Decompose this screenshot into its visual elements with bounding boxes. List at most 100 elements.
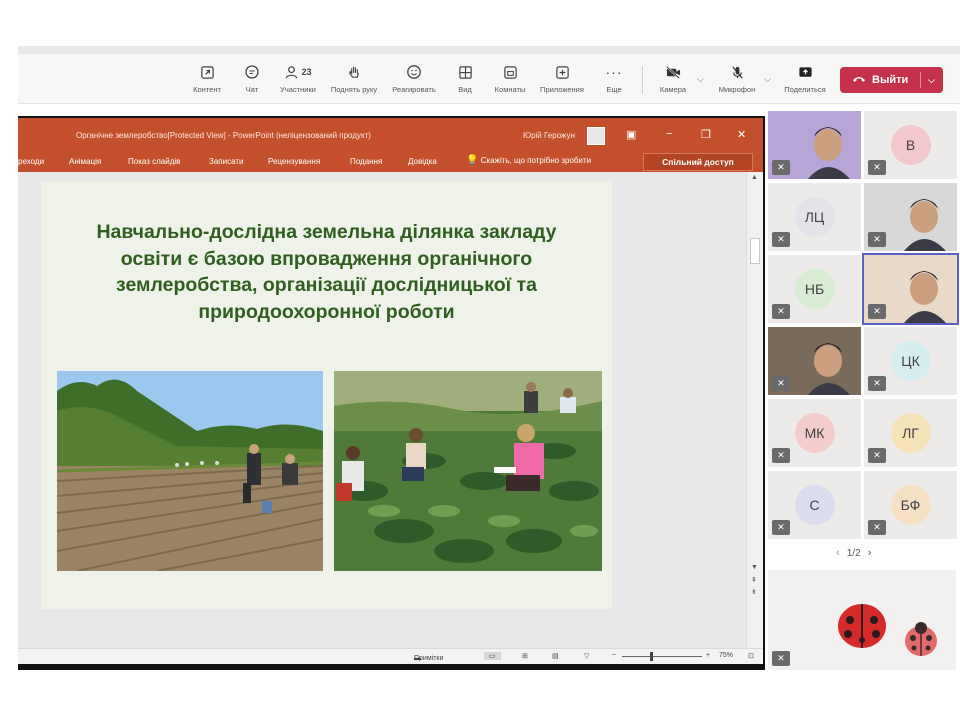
mic-options-chevron-icon[interactable]: ⌵ [764, 74, 771, 85]
tab-animation[interactable]: Анімація [69, 157, 101, 166]
notes-label: Примітки [414, 655, 444, 662]
participant-tile[interactable]: В ✕ [864, 111, 957, 179]
slideshow-icon[interactable]: ▽ [584, 652, 589, 660]
participant-initials-avatar: В [890, 125, 931, 165]
participant-tile[interactable]: ✕ [864, 183, 957, 251]
more-label: Еще [606, 85, 622, 94]
zoom-slider[interactable] [622, 656, 702, 657]
scroll-down-icon[interactable]: ▼ [751, 564, 758, 571]
hand-icon [347, 62, 362, 82]
leave-button[interactable]: Выйти ⌵ [840, 67, 943, 93]
content-label: Контент [193, 85, 221, 94]
raise-hand-button[interactable]: Поднять руку [325, 62, 383, 102]
slide-title: Навчально-дослідна земельна ділянка закл… [61, 219, 592, 325]
participant-tile[interactable]: ✕ [768, 111, 861, 179]
normal-view-icon[interactable]: ▭ [484, 652, 501, 660]
pager-prev-icon[interactable]: ‹ [836, 547, 840, 559]
leave-divider [920, 72, 921, 88]
ppt-vertical-scrollbar[interactable]: ▲ ▼ ⇞ ⇟ [746, 172, 763, 648]
share-up-icon [798, 62, 813, 82]
tab-review[interactable]: Рецензування [268, 157, 320, 166]
participant-tile[interactable]: МК ✕ [768, 399, 861, 467]
meeting-toolbar: Контент Чат 23 Участники Поднять руку Ре… [18, 54, 960, 104]
view-label: Вид [458, 85, 472, 94]
close-icon[interactable]: ✕ [737, 128, 746, 141]
apps-label: Приложения [540, 85, 584, 94]
people-icon [286, 65, 298, 78]
participant-tile[interactable]: БФ ✕ [864, 471, 957, 539]
tab-transitions[interactable]: реходи [18, 157, 44, 166]
zoom-slider-thumb[interactable] [650, 652, 653, 661]
next-slide-icon[interactable]: ⇟ [751, 588, 757, 596]
ppt-workspace: Навчально-дослідна земельна ділянка закл… [18, 172, 763, 648]
mic-muted-icon: ✕ [772, 160, 790, 175]
shared-screen: Органічне землеробство[Protected View] -… [18, 116, 765, 670]
ladybug-sticker-icon [905, 622, 937, 656]
ribbon-display-icon[interactable]: ▣ [626, 128, 636, 141]
grid-view-icon [458, 62, 473, 82]
reading-view-icon[interactable]: ▤ [552, 652, 559, 660]
pager-next-icon[interactable]: › [868, 547, 872, 559]
self-view-tile[interactable]: ✕ [768, 570, 956, 670]
mic-muted-icon: ✕ [868, 232, 886, 247]
participant-tile[interactable]: ЛЦ ✕ [768, 183, 861, 251]
participant-tile[interactable]: С ✕ [768, 471, 861, 539]
powerpoint-title-bar: Органічне землеробство[Protected View] -… [18, 118, 763, 152]
apps-button[interactable]: Приложения [533, 62, 591, 102]
title-strip [18, 46, 960, 54]
participant-tile[interactable]: ✕ [862, 253, 959, 325]
scroll-up-icon[interactable]: ▲ [751, 174, 758, 181]
share-access-button[interactable]: Спільний доступ [643, 153, 753, 171]
mic-muted-icon: ✕ [868, 304, 886, 319]
participant-tile[interactable]: ✕ [768, 327, 861, 395]
leave-options-chevron-icon[interactable]: ⌵ [928, 75, 935, 86]
pager-label: 1/2 [846, 548, 861, 559]
more-icon: ··· [605, 64, 623, 80]
tab-record[interactable]: Записати [209, 157, 244, 166]
slide-title-line-3: землеробства, організації дослідницької … [116, 274, 537, 296]
rooms-button[interactable]: Комнаты [481, 62, 539, 102]
ppt-ribbon-tabs: реходи Анімація Показ слайдів Записати Р… [18, 152, 763, 172]
tell-me-text: Скажіть, що потрібно зробити [480, 156, 592, 165]
tab-slideshow[interactable]: Показ слайдів [128, 157, 180, 166]
mic-muted-icon: ✕ [868, 160, 886, 175]
participant-tile[interactable]: НБ ✕ [768, 255, 861, 323]
tab-view[interactable]: Подання [350, 157, 382, 166]
mic-muted-icon: ✕ [868, 376, 886, 391]
mic-muted-icon: ✕ [868, 520, 886, 535]
camera-button[interactable]: Камера [644, 62, 702, 102]
participant-tile[interactable]: ЦК ✕ [864, 327, 957, 395]
minimize-icon[interactable]: − [666, 128, 672, 140]
share-screen-label: Поделиться [784, 85, 826, 94]
garden-photo [334, 371, 602, 571]
react-button[interactable]: Реагировать [385, 62, 443, 102]
zoom-level[interactable]: 75% [719, 652, 733, 659]
restore-icon[interactable]: ❐ [701, 128, 711, 141]
camera-options-chevron-icon[interactable]: ⌵ [697, 74, 704, 85]
lightbulb-icon: 💡 [466, 155, 479, 166]
slide-sorter-icon[interactable]: ⊞ [522, 652, 528, 660]
camera-label: Камера [659, 85, 687, 94]
scroll-thumb[interactable] [750, 238, 760, 264]
participants-button[interactable]: 23 Участники [269, 62, 327, 102]
teams-meeting-window: Контент Чат 23 Участники Поднять руку Ре… [0, 0, 960, 720]
zoom-in-icon[interactable]: + [706, 652, 710, 659]
participant-tile[interactable]: ЛГ ✕ [864, 399, 957, 467]
slide: Навчально-дослідна земельна ділянка закл… [41, 181, 612, 609]
fit-to-window-icon[interactable]: ⊡ [748, 652, 754, 660]
share-screen-button[interactable]: Поделиться [776, 62, 834, 102]
more-button[interactable]: ··· Еще [585, 62, 643, 102]
participants-label: Участники [280, 85, 316, 94]
field-photo [57, 371, 323, 571]
mic-muted-icon: ✕ [772, 376, 790, 391]
ppt-user-name: Юрій Герожун [523, 131, 575, 140]
tell-me-search[interactable]: 💡 Скажіть, що потрібно зробити [466, 155, 591, 166]
mic-button[interactable]: Микрофон [708, 62, 766, 102]
mic-off-icon [730, 62, 745, 82]
mic-muted-icon: ✕ [772, 651, 790, 666]
tab-help[interactable]: Довідка [408, 157, 437, 166]
mic-muted-icon: ✕ [772, 520, 790, 535]
raise-hand-label: Поднять руку [330, 85, 378, 94]
prev-slide-icon[interactable]: ⇞ [751, 576, 757, 584]
zoom-out-icon[interactable]: − [612, 652, 616, 659]
